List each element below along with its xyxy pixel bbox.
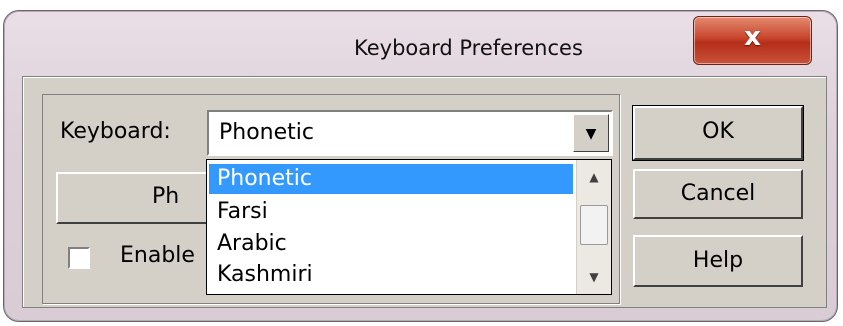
enable-checkbox[interactable] [68, 247, 90, 269]
phonetic-button-label: Ph [152, 184, 180, 209]
list-item[interactable]: Arabic [209, 229, 573, 259]
scroll-down-icon[interactable]: ▼ [577, 260, 611, 294]
keyboard-label: Keyboard: [60, 119, 171, 144]
keyboard-dropdown-list[interactable]: Phonetic Farsi Arabic Kashmiri ▲ ▼ [206, 159, 612, 295]
keyboard-select[interactable]: Phonetic ▼ [207, 110, 613, 156]
keyboard-select-value: Phonetic [219, 120, 314, 145]
window-title: Keyboard Preferences [354, 36, 583, 60]
dropdown-arrow-icon[interactable]: ▼ [573, 114, 609, 152]
close-button[interactable]: x [693, 16, 812, 65]
enable-checkbox-label: Enable [120, 243, 195, 268]
ok-button[interactable]: OK [633, 106, 803, 160]
close-icon: x [744, 22, 761, 52]
list-item[interactable]: Farsi [209, 197, 573, 227]
list-item[interactable]: Kashmiri [209, 260, 573, 290]
list-scrollbar[interactable]: ▲ ▼ [576, 160, 611, 294]
scrollbar-thumb[interactable] [580, 205, 608, 245]
list-item[interactable]: Phonetic [209, 164, 573, 194]
scroll-up-icon[interactable]: ▲ [577, 160, 611, 194]
cancel-button[interactable]: Cancel [633, 169, 803, 219]
help-button[interactable]: Help [633, 235, 803, 287]
